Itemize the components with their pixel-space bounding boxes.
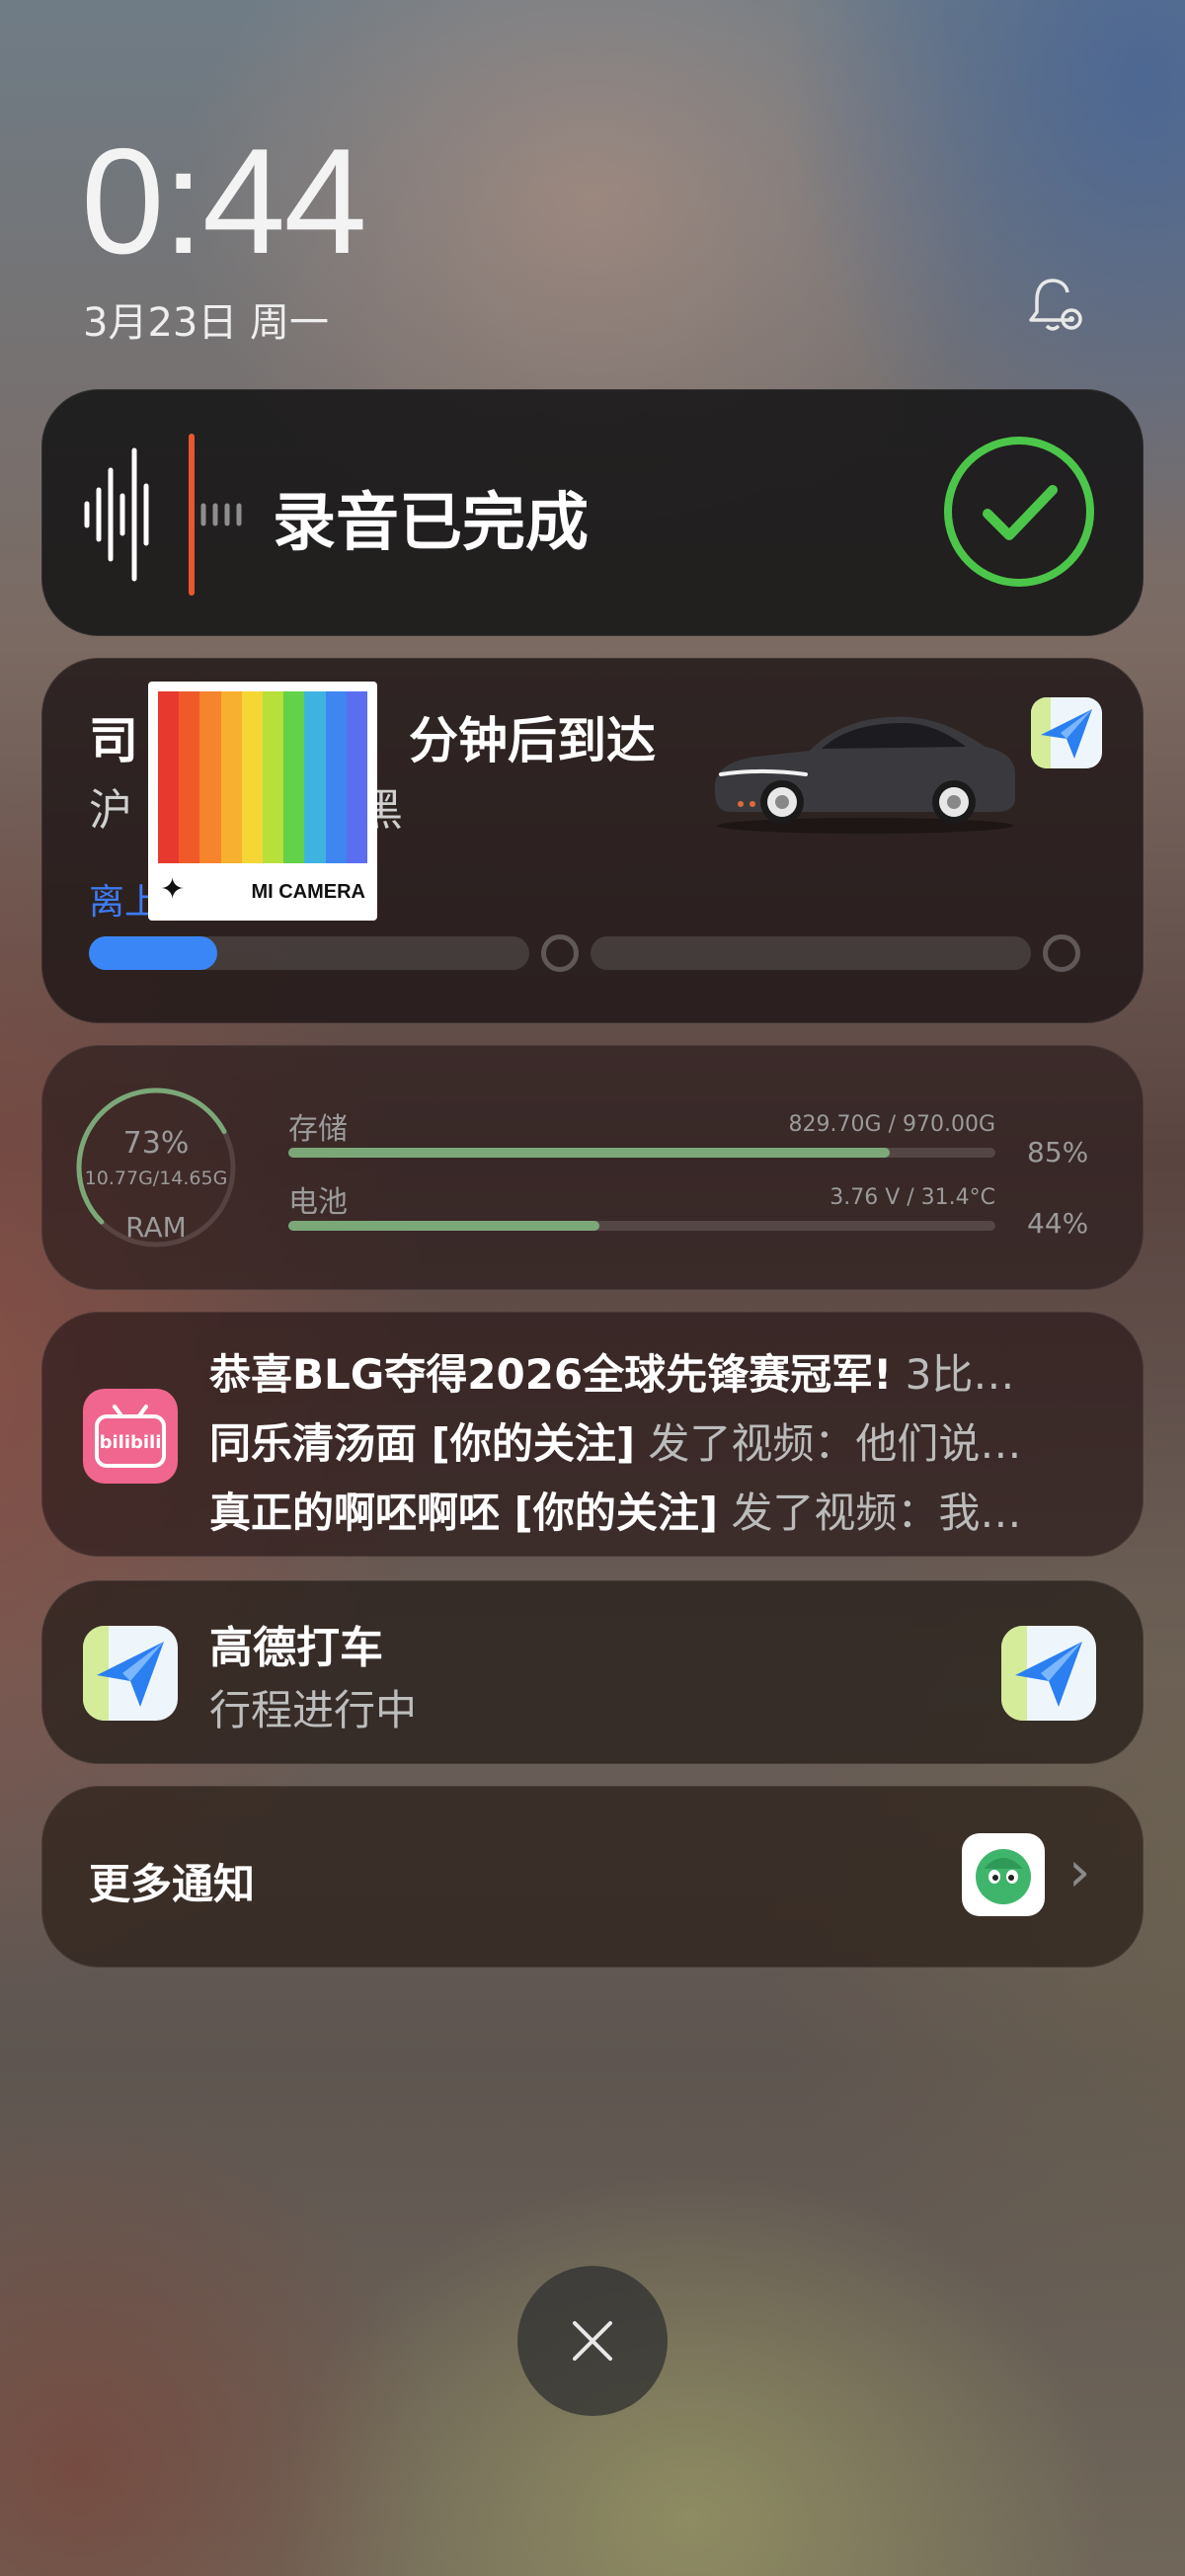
battery-percent: 44% xyxy=(1027,1207,1089,1240)
bilibili-line-1[interactable]: 恭喜BLG夺得2026全球先锋赛冠军! 3比… xyxy=(209,1341,1084,1402)
ride-plate-left: 沪 xyxy=(89,785,132,836)
checkmark-icon[interactable] xyxy=(942,435,1096,589)
storage-detail: 829.70G / 970.00G xyxy=(788,1112,995,1137)
storage-percent: 85% xyxy=(1027,1136,1089,1168)
waveform-icon xyxy=(84,434,242,596)
ride-title-right: 分钟后到达 xyxy=(409,712,656,769)
app-mascot-icon[interactable] xyxy=(962,1833,1045,1916)
camera-stripe xyxy=(283,691,305,863)
bilibili-app-icon[interactable]: bilibili xyxy=(83,1389,178,1484)
ram-detail: 10.77G/14.65G xyxy=(84,1167,228,1189)
bilibili-line-3[interactable]: 真正的啊呸啊呸 [你的关注] 发了视频：我… xyxy=(209,1480,1084,1540)
camera-stripe xyxy=(304,691,326,863)
storage-fill xyxy=(288,1148,890,1158)
sparkle-icon: ✦ xyxy=(160,872,186,907)
chevron-right-icon[interactable]: › xyxy=(1068,1845,1090,1900)
camera-stripe xyxy=(325,691,347,863)
camera-stripes xyxy=(158,691,368,863)
car-image xyxy=(714,716,1015,834)
gaode-right-icon[interactable] xyxy=(1001,1626,1096,1721)
battery-label: 电池 xyxy=(288,1185,348,1220)
svg-text:bilibili: bilibili xyxy=(100,1432,162,1453)
mi-camera-watermark: ✦ MI CAMERA xyxy=(148,682,377,921)
ride-progress-node-2 xyxy=(1043,934,1080,972)
ride-progress-track-2 xyxy=(591,936,1031,970)
notification-settings-icon[interactable] xyxy=(1027,275,1084,336)
more-notifications-label: 更多通知 xyxy=(89,1860,256,1908)
battery-detail: 3.76 V / 31.4°C xyxy=(830,1185,995,1210)
camera-label: MI CAMERA xyxy=(251,881,365,903)
ride-title-left: 司 xyxy=(89,712,138,769)
camera-stripe xyxy=(241,691,264,863)
close-button[interactable] xyxy=(517,2266,668,2416)
ram-label: RAM xyxy=(125,1211,187,1244)
ride-progress-node-1 xyxy=(541,934,579,972)
battery-fill xyxy=(288,1221,599,1231)
bilibili-line-2[interactable]: 同乐清汤面 [你的关注] 发了视频：他们说… xyxy=(209,1410,1084,1471)
storage-label: 存储 xyxy=(288,1112,348,1147)
clock: 0:44 xyxy=(81,118,367,285)
gaode-title: 高德打车 xyxy=(209,1623,383,1673)
gaode-subtitle: 行程进行中 xyxy=(209,1686,418,1734)
camera-stripe xyxy=(263,691,284,863)
gaode-app-icon[interactable] xyxy=(83,1626,178,1721)
camera-stripe xyxy=(179,691,200,863)
gaode-card[interactable] xyxy=(41,1580,1144,1764)
gaode-app-icon[interactable] xyxy=(1031,697,1102,768)
camera-stripe xyxy=(346,691,368,863)
camera-stripe xyxy=(220,691,242,863)
ram-percent: 73% xyxy=(122,1126,190,1161)
camera-stripe xyxy=(158,691,180,863)
recording-title: 录音已完成 xyxy=(273,487,589,560)
ride-progress-fill xyxy=(89,936,217,970)
date: 3月23日 周一 xyxy=(83,300,330,346)
camera-stripe xyxy=(199,691,221,863)
close-icon xyxy=(573,2321,612,2361)
